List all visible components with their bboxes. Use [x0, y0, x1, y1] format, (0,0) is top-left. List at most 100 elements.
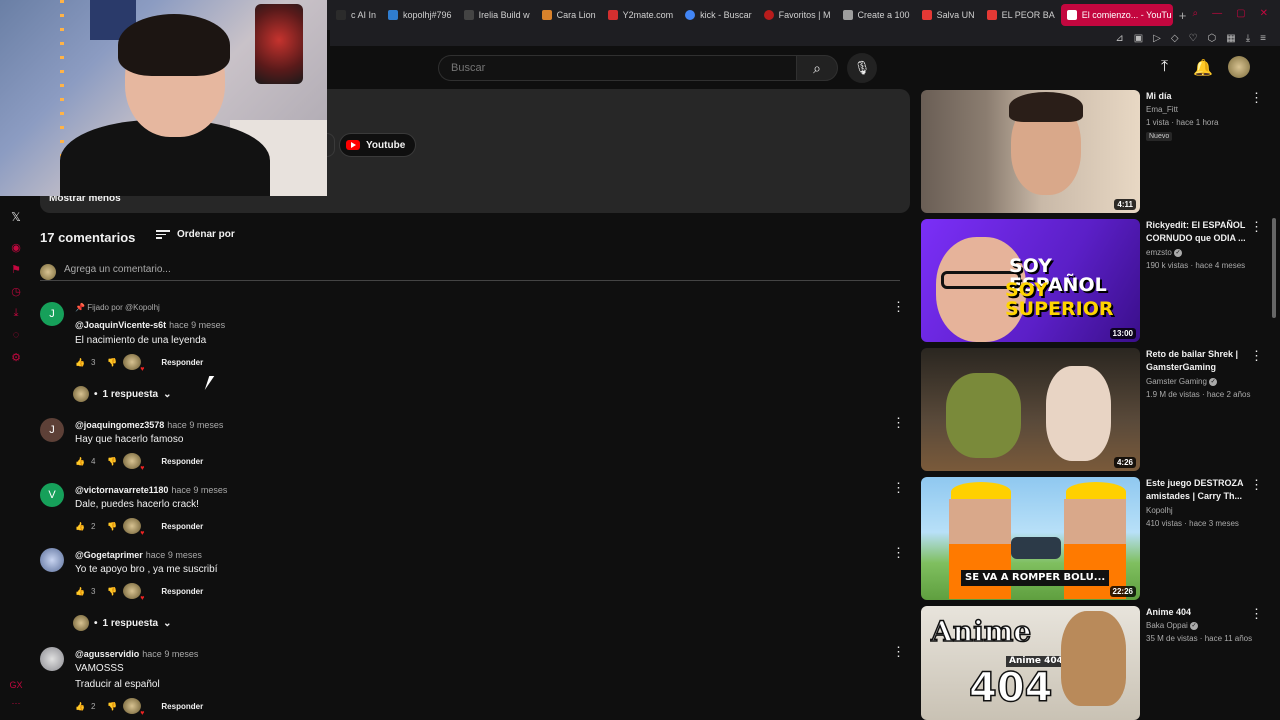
more-actions-icon[interactable]: ⋮: [892, 545, 905, 561]
more-actions-icon[interactable]: ⋮: [892, 480, 905, 496]
video-title[interactable]: Mi día: [1146, 90, 1246, 103]
add-comment-input[interactable]: Agrega un comentario...: [64, 264, 171, 275]
sort-button[interactable]: Ordenar por: [156, 229, 235, 240]
channel-name[interactable]: Baka Oppai ✓: [1146, 621, 1199, 630]
channel-name[interactable]: Ema_Fitt: [1146, 105, 1178, 114]
recommended-video[interactable]: SE VA A ROMPER BOLU... 22:26 Este juego …: [921, 477, 1266, 600]
video-title[interactable]: Reto de bailar Shrek | GamsterGaming: [1146, 348, 1246, 375]
shield-icon[interactable]: ◇: [1171, 33, 1179, 44]
download-icon[interactable]: ⤓: [1246, 33, 1250, 44]
voice-search-button[interactable]: 🎙: [847, 53, 877, 83]
browser-tab[interactable]: EL PEOR BA: [981, 4, 1061, 26]
video-thumbnail[interactable]: 4:26: [921, 348, 1140, 471]
youtube-chip[interactable]: Youtube: [339, 133, 417, 157]
more-actions-icon[interactable]: ⋮: [892, 415, 905, 431]
browser-tab[interactable]: Favoritos | M: [758, 4, 837, 26]
like-icon[interactable]: 👍: [75, 587, 85, 596]
close-icon[interactable]: ✕: [1260, 8, 1268, 19]
more-actions-icon[interactable]: ⋮: [1250, 477, 1263, 493]
video-title[interactable]: Anime 404: [1146, 606, 1246, 619]
browser-tab[interactable]: Irelia Build w: [458, 4, 536, 26]
browser-tab[interactable]: Create a 100: [837, 4, 916, 26]
video-thumbnail[interactable]: SOY ESPAÑOL SOY SUPERIOR 13:00: [921, 219, 1140, 342]
extensions-icon[interactable]: ⬡: [1208, 33, 1217, 44]
comment-time[interactable]: hace 9 meses: [167, 420, 223, 430]
comment-time[interactable]: hace 9 meses: [169, 320, 225, 330]
dislike-icon[interactable]: 👎: [107, 358, 117, 367]
reply-button[interactable]: Responder: [161, 358, 203, 367]
browser-tab[interactable]: kick - Buscar: [679, 4, 758, 26]
history-icon[interactable]: ◷: [11, 280, 21, 302]
translate-link[interactable]: Traducir al español: [75, 679, 160, 690]
avatar[interactable]: V: [40, 483, 64, 507]
avatar[interactable]: [40, 647, 64, 671]
record-icon[interactable]: ◉: [11, 236, 21, 258]
add-comment-row[interactable]: Agrega un comentario...: [40, 262, 900, 281]
menu-icon[interactable]: ≡: [1260, 33, 1266, 44]
recommended-video[interactable]: SOY ESPAÑOL SOY SUPERIOR 13:00 Rickyedit…: [921, 219, 1266, 342]
more-actions-icon[interactable]: ⋮: [1250, 219, 1263, 235]
comment-time[interactable]: hace 9 meses: [146, 550, 202, 560]
more-actions-icon[interactable]: ⋮: [892, 299, 905, 315]
more-actions-icon[interactable]: ⋮: [1250, 348, 1263, 364]
browser-tab[interactable]: c AI In: [330, 4, 382, 26]
like-icon[interactable]: 👍: [75, 522, 85, 531]
like-icon[interactable]: 👍: [75, 457, 85, 466]
like-icon[interactable]: 👍: [75, 358, 85, 367]
channel-name[interactable]: emzsto ✓: [1146, 248, 1183, 257]
comment-author[interactable]: @JoaquinVicente-s6t: [75, 320, 166, 330]
channel-name[interactable]: Kopolhj: [1146, 506, 1173, 515]
download-icon[interactable]: ⤓: [14, 302, 19, 324]
reply-button[interactable]: Responder: [161, 522, 203, 531]
recommended-video[interactable]: 4:26 Reto de bailar Shrek | GamsterGamin…: [921, 348, 1266, 471]
channel-name[interactable]: Gamster Gaming ✓: [1146, 377, 1218, 386]
more-actions-icon[interactable]: ⋮: [892, 644, 905, 660]
browser-tab[interactable]: Cara Lion: [536, 4, 602, 26]
chat-icon[interactable]: ◌: [13, 324, 20, 346]
browser-tab-active[interactable]: El comienzo... - YouTu: [1060, 4, 1173, 26]
recommended-video[interactable]: Anime Anime 404 404 Anime 404 Baka Oppai…: [921, 606, 1266, 720]
profile-icon[interactable]: ▦: [1226, 33, 1235, 44]
comment-author[interactable]: @agusservidio: [75, 649, 139, 659]
browser-tab[interactable]: kopolhj#796: [382, 4, 458, 26]
maximize-icon[interactable]: ▢: [1236, 8, 1245, 19]
chip-partial[interactable]: [327, 133, 335, 157]
comment-author[interactable]: @victornavarrete1180: [75, 485, 168, 495]
minimize-icon[interactable]: —: [1212, 8, 1222, 19]
search-input[interactable]: [438, 55, 796, 81]
bell-icon[interactable]: 🔔: [1193, 58, 1213, 78]
bookmark-icon[interactable]: ⚑: [11, 258, 21, 280]
upload-icon[interactable]: ⤒: [1161, 58, 1168, 76]
avatar[interactable]: [40, 548, 64, 572]
new-tab-button[interactable]: +: [1179, 8, 1187, 23]
recommended-video[interactable]: 4:11 Mi día Ema_Fitt 1 vista · hace 1 ho…: [921, 90, 1266, 213]
gx-icon[interactable]: GX: [9, 676, 22, 694]
video-title[interactable]: Rickyedit: El ESPAÑOL CORNUDO que ODIA .…: [1146, 219, 1246, 246]
dislike-icon[interactable]: 👎: [107, 587, 117, 596]
heart-icon[interactable]: ♡: [1189, 33, 1198, 44]
dislike-icon[interactable]: 👎: [107, 522, 117, 531]
search-tabs-icon[interactable]: ⌕: [1193, 8, 1199, 19]
replies-toggle[interactable]: • 1 respuesta ⌄: [73, 615, 172, 631]
comment-time[interactable]: hace 9 meses: [171, 485, 227, 495]
more-actions-icon[interactable]: ⋮: [1250, 90, 1263, 106]
browser-tab[interactable]: Y2mate.com: [602, 4, 680, 26]
browser-tab[interactable]: Salva UN: [916, 4, 981, 26]
video-title[interactable]: Este juego DESTROZA amistades | Carry Th…: [1146, 477, 1246, 504]
video-thumbnail[interactable]: SE VA A ROMPER BOLU... 22:26: [921, 477, 1140, 600]
avatar[interactable]: J: [40, 302, 64, 326]
comment-author[interactable]: @Gogetaprimer: [75, 550, 143, 560]
video-thumbnail[interactable]: 4:11: [921, 90, 1140, 213]
comment-time[interactable]: hace 9 meses: [142, 649, 198, 659]
avatar[interactable]: [1228, 56, 1250, 78]
search-button[interactable]: ⌕: [796, 55, 838, 81]
avatar[interactable]: J: [40, 418, 64, 442]
play-icon[interactable]: ▷: [1153, 33, 1161, 44]
reply-button[interactable]: Responder: [161, 702, 203, 711]
settings-icon[interactable]: ⚙: [11, 346, 21, 368]
video-thumbnail[interactable]: Anime Anime 404 404: [921, 606, 1140, 720]
reply-button[interactable]: Responder: [161, 457, 203, 466]
dislike-icon[interactable]: 👎: [107, 457, 117, 466]
x-icon[interactable]: 𝕏: [11, 198, 21, 236]
like-icon[interactable]: 👍: [75, 702, 85, 711]
